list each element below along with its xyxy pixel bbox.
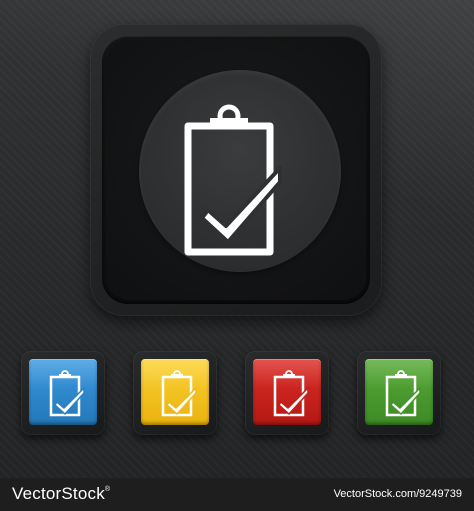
brand-name: VectorStock	[12, 484, 105, 503]
clipboard-checkmark-icon	[385, 370, 421, 417]
watermark-bar: VectorStock® VectorStock.com/9249739	[0, 478, 474, 511]
clipboard-checkmark-icon	[49, 370, 85, 417]
registered-mark: ®	[104, 486, 111, 493]
vectorstock-logo[interactable]: VectorStock®	[12, 484, 110, 504]
red-button[interactable]	[245, 351, 329, 435]
blue-button-face	[29, 359, 97, 425]
clipboard-checkmark-icon	[184, 104, 282, 256]
clipboard-checkmark-icon	[273, 370, 309, 417]
yellow-button-face	[141, 359, 209, 425]
clipboard-checkmark-icon	[161, 370, 197, 417]
blue-button[interactable]	[21, 351, 105, 435]
green-button[interactable]	[357, 351, 441, 435]
red-button-face	[253, 359, 321, 425]
image-url[interactable]: VectorStock.com/9249739	[334, 488, 462, 500]
green-button-face	[365, 359, 433, 425]
large-black-button[interactable]	[90, 24, 382, 316]
yellow-button[interactable]	[133, 351, 217, 435]
